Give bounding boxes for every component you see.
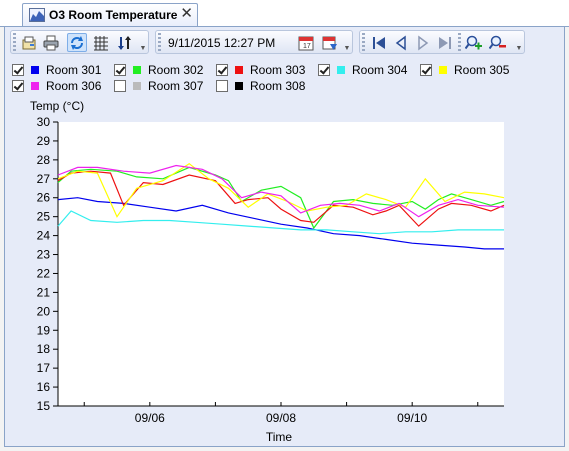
legend-item[interactable]: Room 308: [216, 78, 305, 94]
first-icon[interactable]: [369, 33, 389, 52]
svg-text:17: 17: [303, 43, 311, 50]
y-tick-label: 19: [37, 323, 51, 337]
legend-item[interactable]: Room 304: [318, 62, 407, 78]
legend-item[interactable]: Room 305: [420, 62, 509, 78]
y-tick-label: 29: [37, 134, 51, 148]
legend-checkbox[interactable]: [12, 64, 24, 76]
x-axis-label: Time: [266, 430, 293, 444]
y-tick-label: 27: [37, 172, 51, 186]
y-axis: 15 16 17 18 19 20 21 22 23 24 25 26 27 28 29 30: [37, 115, 59, 413]
toolbar-group-view: ▼: [10, 30, 149, 54]
tab-title: O3 Room Temperature: [49, 8, 178, 22]
legend-label: Room 304: [352, 63, 408, 77]
chevron-down-icon[interactable]: ▼: [139, 45, 147, 52]
legend-checkbox[interactable]: [114, 80, 126, 92]
legend-swatch: [337, 66, 345, 74]
legend-label: Room 303: [250, 63, 306, 77]
calendar-goto-icon[interactable]: [320, 33, 340, 52]
y-tick-label: 30: [37, 115, 51, 129]
last-icon[interactable]: [435, 33, 455, 52]
sort-icon[interactable]: [115, 33, 135, 52]
legend-swatch: [31, 82, 39, 90]
legend-checkbox[interactable]: [318, 64, 330, 76]
legend-checkbox[interactable]: [114, 64, 126, 76]
y-tick-label: 24: [37, 229, 51, 243]
y-tick-label: 16: [37, 380, 51, 394]
legend-swatch: [235, 66, 243, 74]
legend-item[interactable]: Room 301: [12, 62, 101, 78]
y-tick-label: 23: [37, 248, 51, 262]
temperature-chart: Temp (°C) Time 15 16 17 18 19 20 21 22 23 24 25 26 2…: [30, 99, 505, 444]
legend-swatch: [31, 66, 39, 74]
datetime-field[interactable]: 9/11/2015 12:27 PM: [168, 31, 288, 55]
toolbar-group-date: 9/11/2015 12:27 PM 17 ▼: [155, 30, 353, 54]
previous-icon[interactable]: [391, 33, 411, 52]
y-tick-label: 22: [37, 266, 51, 280]
y-tick-label: 21: [37, 285, 51, 299]
tab-strip: O3 Room Temperature ✕: [0, 0, 569, 27]
print-icon[interactable]: [41, 33, 61, 52]
plot-background: [58, 122, 504, 406]
y-tick-label: 25: [37, 210, 51, 224]
legend-checkbox[interactable]: [216, 64, 228, 76]
legend-checkbox[interactable]: [216, 80, 228, 92]
zoom-in-icon[interactable]: [464, 33, 484, 52]
legend-item[interactable]: Room 306: [12, 78, 101, 94]
x-tick-label: 09/10: [397, 411, 427, 425]
legend-label: Room 307: [148, 79, 204, 93]
chart-panel: ▼ 9/11/2015 12:27 PM 17 ▼ ▼ Room 301 Roo…: [4, 26, 565, 447]
y-tick-label: 18: [37, 342, 51, 356]
legend-swatch: [133, 66, 141, 74]
y-tick-label: 20: [37, 304, 51, 318]
toolbar-group-nav: ▼: [359, 30, 525, 54]
close-icon[interactable]: ✕: [180, 6, 193, 22]
tab-o3-room-temperature[interactable]: O3 Room Temperature ✕: [22, 3, 198, 26]
properties-icon[interactable]: [19, 33, 39, 52]
y-tick-label: 26: [37, 191, 51, 205]
chevron-down-icon[interactable]: ▼: [515, 45, 523, 52]
legend-label: Room 308: [250, 79, 306, 93]
y-tick-label: 17: [37, 361, 51, 375]
y-tick-label: 28: [37, 153, 51, 167]
chart-area: Temp (°C) Time 15 16 17 18 19 20 21 22 23 24 25 26 2…: [5, 97, 564, 446]
x-tick-label: 09/08: [266, 411, 296, 425]
legend-label: Room 305: [454, 63, 510, 77]
zoom-out-icon[interactable]: [488, 33, 508, 52]
chart-icon: [29, 8, 45, 22]
legend-swatch: [235, 82, 243, 90]
legend-item[interactable]: Room 303: [216, 62, 305, 78]
legend-item[interactable]: Room 307: [114, 78, 203, 94]
refresh-icon[interactable]: [67, 33, 87, 52]
legend-label: Room 301: [46, 63, 102, 77]
legend-checkbox[interactable]: [420, 64, 432, 76]
legend-label: Room 306: [46, 79, 102, 93]
legend-swatch: [133, 82, 141, 90]
legend-checkbox[interactable]: [12, 80, 24, 92]
y-axis-label: Temp (°C): [30, 99, 84, 113]
y-tick-label: 15: [37, 399, 51, 413]
legend-item[interactable]: Room 302: [114, 62, 203, 78]
legend-label: Room 302: [148, 63, 204, 77]
chevron-down-icon[interactable]: ▼: [343, 45, 351, 52]
x-tick-label: 09/06: [135, 411, 165, 425]
legend-swatch: [439, 66, 447, 74]
next-icon[interactable]: [413, 33, 433, 52]
calendar-icon[interactable]: 17: [296, 33, 316, 52]
grid-icon[interactable]: [91, 33, 111, 52]
